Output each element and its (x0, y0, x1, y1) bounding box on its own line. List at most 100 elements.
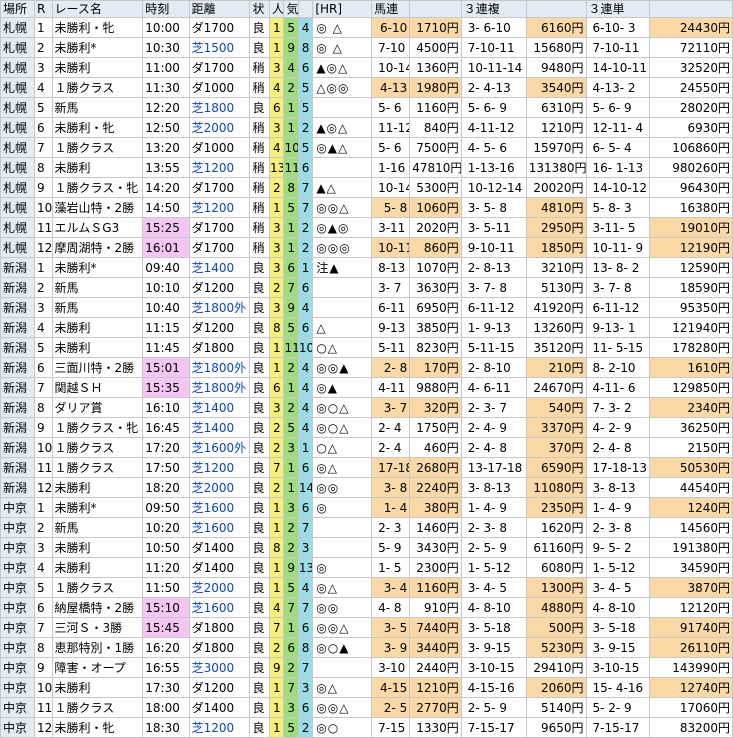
popularity-first: 1 (269, 357, 285, 378)
umaren-payout: 3430円 (409, 537, 462, 558)
race-venue: 新潟 (0, 317, 36, 338)
race-row: 札幌 4 １勝クラス 11:30 ダ1000 稍 4 2 5 △◎◎ 4-13 1980円 2- 4-1… (0, 77, 733, 98)
race-venue: 新潟 (0, 377, 36, 398)
track-condition: 良 (249, 557, 271, 578)
umaren-payout: 3630円 (409, 277, 462, 298)
race-number: 7 (34, 617, 53, 638)
col-umaren: 馬連 (371, 0, 411, 18)
sanrenpuku-combo: 4- 8-10 (460, 597, 527, 618)
popularity-first: 2 (269, 437, 285, 458)
sanrentan-payout: 28020円 (649, 97, 733, 118)
race-time: 14:20 (142, 177, 190, 198)
race-row: 中京 10 未勝利 17:30 ダ1200 良 1 7 3 ◎△ 4-15 1210円 4-15-16 2… (0, 677, 733, 698)
sanrenpuku-combo: 2- 5- 9 (460, 697, 527, 718)
popularity-second: 5 (283, 197, 299, 218)
race-row: 中京 2 新馬 10:20 芝1600 良 1 2 7 2- 3 1460円 2- 3- 8 1620円… (0, 517, 733, 538)
sanrentan-payout: 143990円 (649, 657, 733, 678)
sanrenpuku-payout: 15970円 (525, 137, 587, 158)
sanrentan-payout: 12740円 (649, 677, 733, 698)
track-condition: 良 (249, 717, 271, 738)
header-row: 場所 R レース名 時刻 距離 状 人 気 [HR] 馬連 ３連複 ３連単 (0, 0, 733, 18)
race-distance: ダ1800 (188, 617, 251, 638)
popularity-third: 4 (297, 417, 314, 438)
umaren-payout: 5300円 (409, 177, 462, 198)
sanrenpuku-combo: 3- 7- 8 (460, 277, 527, 298)
sanrenpuku-combo: 3- 8-13 (460, 477, 527, 498)
popularity-first: 2 (269, 477, 285, 498)
race-venue: 中京 (0, 517, 36, 538)
race-time: 10:30 (142, 37, 190, 58)
race-row: 新潟 9 １勝クラス・牝 16:45 芝1400 良 2 5 4 ◎○△ 2- 4 1750円 2- 4… (0, 417, 733, 438)
sanrentan-combo: 4-11- 6 (585, 377, 651, 398)
race-number: 2 (34, 277, 53, 298)
sanrentan-payout: 6930円 (649, 117, 733, 138)
sanrentan-combo: 2- 3- 8 (585, 517, 651, 538)
umaren-combo: 3- 7 (371, 397, 411, 418)
hr-marks: ◎ △ (312, 37, 373, 58)
hr-marks: ◎○△ (312, 417, 373, 438)
sanrenpuku-combo: 2- 3- 8 (460, 517, 527, 538)
sanrentan-payout: 36250円 (649, 417, 733, 438)
hr-marks: ◎ △ (312, 17, 373, 38)
sanrenpuku-combo: 3- 5-18 (460, 617, 527, 638)
hr-marks: ◎◎△ (312, 197, 373, 218)
race-name: 未勝利* (51, 497, 144, 518)
popularity-second: 2 (283, 397, 299, 418)
race-row: 札幌 2 未勝利* 10:30 芝1500 良 1 9 8 ◎ △ 7-10 4500円 7-10-11… (0, 37, 733, 58)
sanrenpuku-payout: 5130円 (525, 277, 587, 298)
sanrentan-payout: 3870円 (649, 577, 733, 598)
race-row: 中京 12 未勝利・牝 18:30 芝1200 良 1 5 2 ◎○ 7-15 1330円 7-15-1… (0, 717, 733, 738)
umaren-combo: 9-13 (371, 317, 411, 338)
race-number: 10 (34, 197, 53, 218)
sanrentan-combo: 10-11- 9 (585, 237, 651, 258)
race-time: 16:10 (142, 397, 190, 418)
popularity-first: 6 (269, 97, 285, 118)
sanrentan-payout: 34590円 (649, 557, 733, 578)
race-venue: 札幌 (0, 37, 36, 58)
race-row: 新潟 7 関越ＳＨ 15:35 芝1800外良 6 1 4 ◎▲ 4-11 9880円 4- 6-11… (0, 377, 733, 398)
umaren-combo: 10-11 (371, 237, 411, 258)
race-distance: 芝1200 (188, 717, 251, 738)
col-sanrentan: ３連単 (585, 0, 651, 18)
popularity-first: 8 (269, 317, 285, 338)
race-venue: 新潟 (0, 297, 36, 318)
race-time: 13:55 (142, 157, 190, 178)
sanrentan-combo: 14-10-12 (585, 177, 651, 198)
popularity-second: 1 (283, 477, 299, 498)
sanrentan-combo: 15- 4-16 (585, 677, 651, 698)
race-row: 新潟 5 未勝利 11:45 ダ1800 良 1 11 10 ○△ 5-11 8230円 5-11-15… (0, 337, 733, 358)
race-name: 未勝利 (51, 57, 144, 78)
sanrentan-combo: 1- 5-12 (585, 557, 651, 578)
sanrenpuku-combo: 5-11-15 (460, 337, 527, 358)
race-row: 中京 4 未勝利 11:20 ダ1400 良 1 9 13 ◎ 1- 5 2300円 1- 5-12 60… (0, 557, 733, 578)
track-condition: 稍 (249, 137, 271, 158)
race-row: 新潟 3 新馬 10:40 芝1800外良 3 9 4 6-11 6950円 6-11-12 4192… (0, 297, 733, 318)
sanrenpuku-payout: 3540円 (525, 77, 587, 98)
track-condition: 良 (249, 297, 271, 318)
popularity-third: 10 (297, 337, 314, 358)
sanrenpuku-payout: 2950円 (525, 217, 587, 238)
popularity-first: 1 (269, 717, 285, 738)
popularity-first: 3 (269, 397, 285, 418)
popularity-second: 1 (283, 217, 299, 238)
race-row: 札幌 6 未勝利・牝 12:50 芝2000 稍 3 1 2 ▲◎△ 11-12 840円 4-11-1… (0, 117, 733, 138)
race-venue: 中京 (0, 657, 36, 678)
track-condition: 稍 (249, 57, 271, 78)
popularity-third: 1 (297, 257, 314, 278)
sanrenpuku-combo: 1- 5-12 (460, 557, 527, 578)
race-number: 3 (34, 57, 53, 78)
race-venue: 札幌 (0, 57, 36, 78)
race-time: 10:00 (142, 17, 190, 38)
race-time: 15:10 (142, 597, 190, 618)
popularity-second: 5 (283, 317, 299, 338)
sanrenpuku-payout: 131380円 (525, 157, 587, 178)
race-venue: 札幌 (0, 17, 36, 38)
race-venue: 札幌 (0, 97, 36, 118)
popularity-second: 5 (283, 577, 299, 598)
track-condition: 良 (249, 437, 271, 458)
umaren-payout: 1360円 (409, 57, 462, 78)
sanrentan-payout: 83200円 (649, 717, 733, 738)
race-venue: 新潟 (0, 357, 36, 378)
sanrentan-payout: 24550円 (649, 77, 733, 98)
race-row: 札幌 11 エルムＳG3 15:25 ダ1700 稍 3 1 2 ◎▲◎ 3-11 2020円 3- 5… (0, 217, 733, 238)
